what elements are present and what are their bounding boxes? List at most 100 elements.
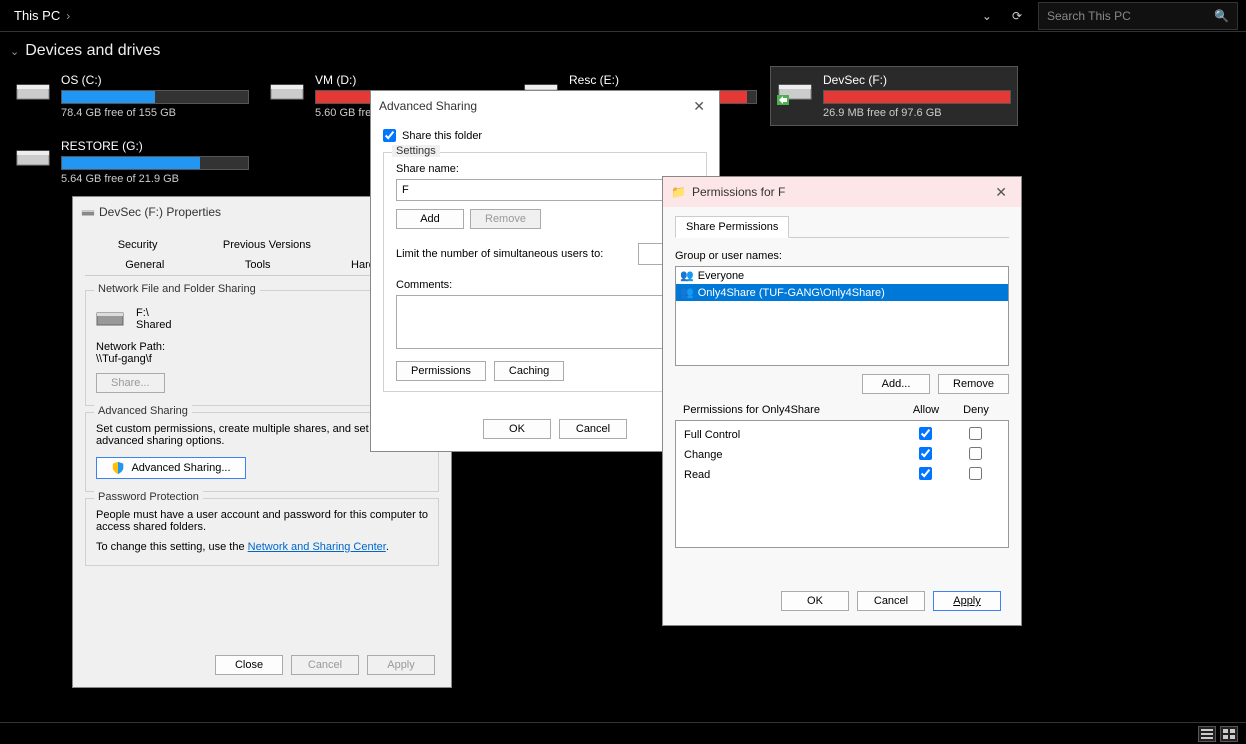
adv-ok-button[interactable]: OK [483,419,551,439]
settings-group: Settings [392,145,440,157]
allow-checkbox[interactable] [919,467,932,480]
allow-checkbox[interactable] [919,427,932,440]
properties-apply-button[interactable]: Apply [367,655,435,675]
users-icon: 👥 [680,269,694,282]
tab-security[interactable]: Security [106,235,170,255]
tab-share-permissions[interactable]: Share Permissions [675,216,789,238]
share-status: Shared [136,319,171,331]
drive-usage-bar [61,90,249,104]
drive-share-icon [81,205,95,219]
perm-titlebar[interactable]: 📁 Permissions for F ✕ [663,177,1021,207]
permissions-grid: Full Control Change Read [675,420,1009,548]
properties-close-button[interactable]: Close [215,655,283,675]
drive-icon [777,77,813,105]
comments-textarea[interactable] [396,295,694,349]
network-sharing-center-link[interactable]: Network and Sharing Center [248,541,386,553]
drive-item[interactable]: OS (C:) 78.4 GB free of 155 GB [8,66,256,126]
deny-checkbox[interactable] [969,447,982,460]
permission-row: Change [676,445,1008,465]
tab-previous-versions[interactable]: Previous Versions [211,235,323,255]
drive-label: RESTORE (G:) [61,139,249,153]
drive-label: OS (C:) [61,73,249,87]
limit-label: Limit the number of simultaneous users t… [396,248,603,260]
allow-header: Allow [901,404,951,416]
share-folder-checkbox[interactable]: Share this folder [383,129,707,142]
drive-label: VM (D:) [315,73,503,87]
perm-apply-button[interactable]: Apply [933,591,1001,611]
perm-remove-button[interactable]: Remove [938,374,1009,394]
permission-label: Change [684,449,900,461]
tab-tools[interactable]: Tools [233,255,283,275]
folder-icon: 📁 [671,185,686,199]
drive-free-text: 26.9 MB free of 97.6 GB [823,107,1011,119]
chevron-down-icon[interactable]: ⌄ [978,5,996,27]
drive-icon [15,77,51,105]
allow-checkbox[interactable] [919,447,932,460]
group-advanced-sharing: Advanced Sharing [94,405,192,417]
share-button[interactable]: Share... [96,373,165,393]
permission-label: Read [684,469,900,481]
devices-header[interactable]: ⌄ Devices and drives [0,32,1246,66]
deny-checkbox[interactable] [969,427,982,440]
perm-add-button[interactable]: Add... [862,374,930,394]
search-input[interactable]: Search This PC 🔍 [1038,2,1238,30]
permission-row: Read [676,465,1008,485]
password-change-line: To change this setting, use the Network … [96,541,428,553]
adv-cancel-button[interactable]: Cancel [559,419,627,439]
adv-title: Advanced Sharing [379,99,477,113]
drive-item[interactable]: DevSec (F:) 26.9 MB free of 97.6 GB [770,66,1018,126]
drive-icon [15,143,51,171]
properties-cancel-button[interactable]: Cancel [291,655,359,675]
adv-add-button[interactable]: Add [396,209,464,229]
close-icon[interactable]: ✕ [687,96,711,117]
permissions-dialog: 📁 Permissions for F ✕ Share Permissions … [662,176,1022,626]
advanced-sharing-button[interactable]: Advanced Sharing... [96,457,246,479]
breadcrumb-thispc[interactable]: This PC [8,8,66,23]
users-icon: 👥 [680,286,694,299]
share-path: F:\ [136,307,171,319]
user-row[interactable]: 👥 Only4Share (TUF-GANG\Only4Share) [676,284,1008,301]
perms-for-label: Permissions for Only4Share [683,404,901,416]
devices-title: Devices and drives [25,42,160,60]
address-bar: This PC › ⌄ ⟳ Search This PC 🔍 [0,0,1246,32]
caching-button[interactable]: Caching [494,361,564,381]
sharename-label: Share name: [396,163,694,175]
view-large-icon[interactable] [1220,726,1238,742]
drive-label: DevSec (F:) [823,73,1011,87]
search-placeholder: Search This PC [1047,9,1131,23]
group-network-sharing: Network File and Folder Sharing [94,283,260,295]
perm-title: Permissions for F [692,185,785,199]
groups-label: Group or user names: [675,250,1009,262]
properties-title: DevSec (F:) Properties [99,205,221,219]
refresh-icon[interactable]: ⟳ [1008,5,1026,27]
drive-label: Resc (E:) [569,73,757,87]
shield-icon [111,461,125,475]
permission-label: Full Control [684,429,900,441]
view-details-icon[interactable] [1198,726,1216,742]
collapse-icon[interactable]: ⌄ [10,45,19,58]
sharename-input[interactable] [396,179,694,201]
user-listbox[interactable]: 👥 Everyone 👥 Only4Share (TUF-GANG\Only4Shar… [675,266,1009,366]
user-name: Only4Share (TUF-GANG\Only4Share) [698,287,885,299]
adv-remove-button[interactable]: Remove [470,209,541,229]
adv-titlebar[interactable]: Advanced Sharing ✕ [371,91,719,121]
user-name: Everyone [698,270,744,282]
tab-general[interactable]: General [113,255,176,275]
drive-usage-bar [823,90,1011,104]
drive-icon [269,77,305,105]
group-password-protection: Password Protection [94,491,203,503]
drive-usage-bar [61,156,249,170]
drive-icon [96,309,124,329]
perm-cancel-button[interactable]: Cancel [857,591,925,611]
status-bar [0,722,1246,744]
deny-header: Deny [951,404,1001,416]
drive-item[interactable]: RESTORE (G:) 5.64 GB free of 21.9 GB [8,132,256,192]
share-folder-cb[interactable] [383,129,396,142]
search-icon[interactable]: 🔍 [1214,9,1229,23]
perm-ok-button[interactable]: OK [781,591,849,611]
close-icon[interactable]: ✕ [989,182,1013,203]
deny-checkbox[interactable] [969,467,982,480]
permissions-button[interactable]: Permissions [396,361,486,381]
chevron-right-icon[interactable]: › [66,9,70,23]
user-row[interactable]: 👥 Everyone [676,267,1008,284]
